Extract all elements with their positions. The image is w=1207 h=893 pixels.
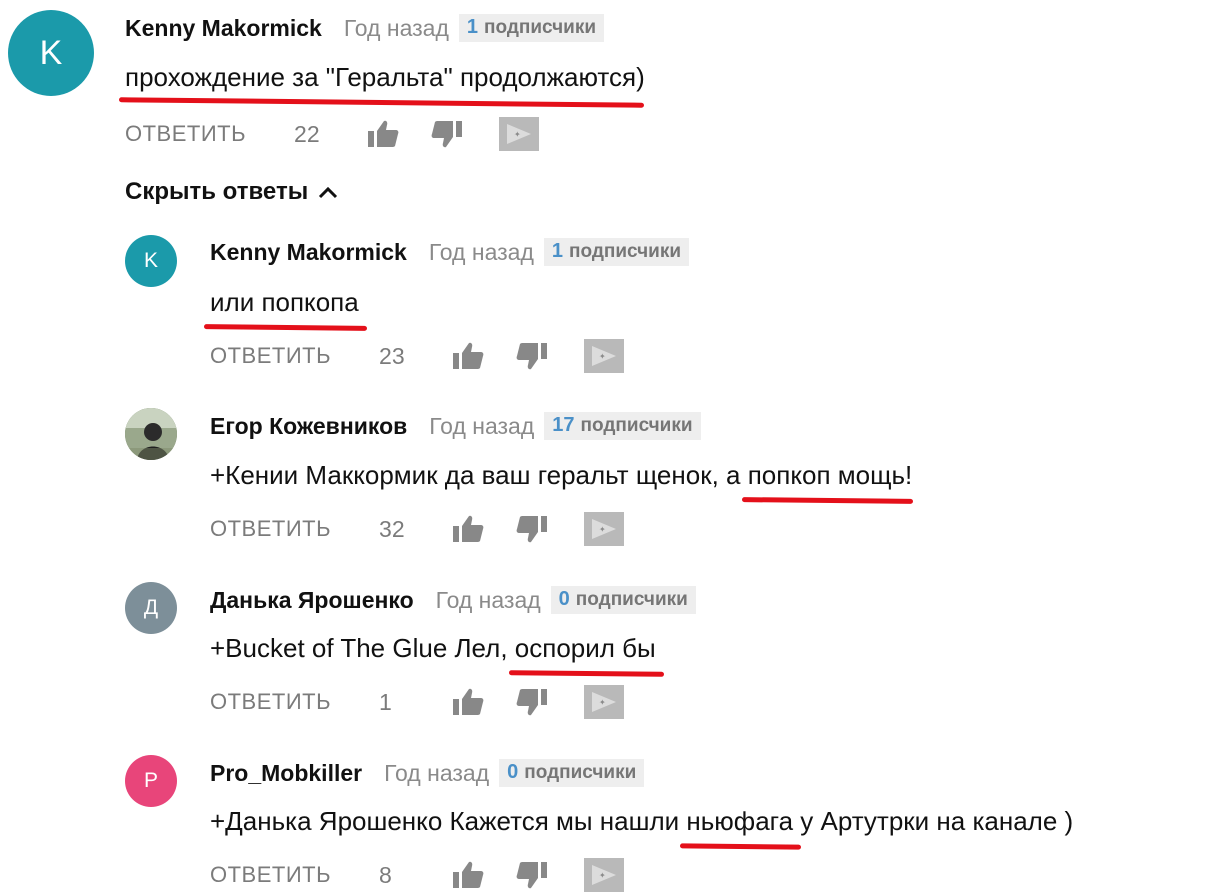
timestamp[interactable]: Год назад xyxy=(429,239,534,266)
comment-text-part: ! xyxy=(905,460,913,490)
comment-text: +Данька Ярошенко Кажется мы нашли ньюфаг… xyxy=(210,806,1073,837)
avatar[interactable]: K xyxy=(8,10,94,96)
comment-header: Егор Кожевников Год назад 17 подписчики xyxy=(210,412,701,440)
timestamp[interactable]: Год назад xyxy=(436,587,541,614)
subscriber-label: подписчики xyxy=(580,415,693,436)
comment-actions: ОТВЕТИТЬ 1 ✦ xyxy=(210,684,625,720)
thumbs-down-icon[interactable] xyxy=(430,119,464,149)
highlighted-phrase: попкоп мощь xyxy=(747,460,906,490)
avatar-letter: K xyxy=(143,249,158,272)
chevron-up-icon xyxy=(318,178,338,206)
comment-actions: ОТВЕТИТЬ 23 ✦ xyxy=(210,338,625,374)
subscriber-badge: 1 подписчики xyxy=(543,238,690,266)
timestamp[interactable]: Год назад xyxy=(429,413,534,440)
like-count: 22 xyxy=(294,120,320,147)
tip-jar-icon[interactable]: ✦ xyxy=(583,857,625,893)
avatar-letter: Д xyxy=(143,596,159,619)
subscriber-count: 0 xyxy=(558,588,570,610)
like-count: 1 xyxy=(379,688,392,715)
comment-header: Kenny Makormick Год назад 1 подписчики xyxy=(125,14,605,42)
timestamp[interactable]: Год назад xyxy=(344,15,449,42)
comment-text-part: у Артутрки на канале ) xyxy=(793,806,1074,836)
avatar-letter: P xyxy=(143,769,158,792)
thumbs-up-icon[interactable] xyxy=(451,514,485,544)
subscriber-label: подписчики xyxy=(569,241,682,262)
author-name[interactable]: Kenny Makormick xyxy=(210,239,407,266)
comment-text: прохождение за "Геральта" продолжаются) xyxy=(125,62,645,93)
subscriber-badge: 0 подписчики xyxy=(499,759,645,787)
comment-actions: ОТВЕТИТЬ 8 ✦ xyxy=(210,857,625,893)
reply-button[interactable]: ОТВЕТИТЬ xyxy=(210,343,331,369)
svg-text:✦: ✦ xyxy=(599,698,606,707)
subscriber-label: подписчики xyxy=(524,762,637,783)
hide-replies-label: Скрыть ответы xyxy=(125,178,309,205)
comment-text-part: +Bucket of The Glue Лел, xyxy=(210,633,515,663)
svg-text:✦: ✦ xyxy=(514,130,521,139)
avatar[interactable]: Д xyxy=(125,582,177,634)
thumbs-down-icon[interactable] xyxy=(515,514,549,544)
subscriber-count: 0 xyxy=(507,761,519,783)
comment-actions: ОТВЕТИТЬ 32 ✦ xyxy=(210,511,625,547)
subscriber-label: подписчики xyxy=(484,17,597,38)
comment-actions: ОТВЕТИТЬ 22 ✦ xyxy=(125,116,540,152)
tip-jar-icon[interactable]: ✦ xyxy=(498,116,540,152)
comment-header: Данька Ярошенко Год назад 0 подписчики xyxy=(210,586,696,614)
comment-text: или попкопа xyxy=(210,287,359,318)
comment-header: Pro_Mobkiller Год назад 0 подписчики xyxy=(210,759,645,787)
author-name[interactable]: Данька Ярошенко xyxy=(210,587,414,614)
comment-text-part: ) xyxy=(636,62,645,92)
avatar-photo xyxy=(125,408,177,460)
thumbs-up-icon[interactable] xyxy=(366,119,400,149)
comment-text: +Bucket of The Glue Лел, оспорил бы xyxy=(210,633,656,664)
svg-text:✦: ✦ xyxy=(599,525,606,534)
subscriber-count: 1 xyxy=(551,240,563,262)
tip-jar-icon[interactable]: ✦ xyxy=(583,338,625,374)
subscriber-badge: 1 подписчики xyxy=(458,14,605,42)
subscriber-badge: 0 подписчики xyxy=(550,586,696,614)
reply-button[interactable]: ОТВЕТИТЬ xyxy=(210,516,331,542)
author-name[interactable]: Егор Кожевников xyxy=(210,413,407,440)
comment-header: Kenny Makormick Год назад 1 подписчики xyxy=(210,238,690,266)
tip-jar-icon[interactable]: ✦ xyxy=(583,511,625,547)
like-count: 23 xyxy=(379,342,405,369)
author-name[interactable]: Pro_Mobkiller xyxy=(210,760,362,787)
avatar[interactable]: K xyxy=(125,235,177,287)
thumbs-down-icon[interactable] xyxy=(515,860,549,890)
thumbs-up-icon[interactable] xyxy=(451,687,485,717)
hide-replies-toggle[interactable]: Скрыть ответы xyxy=(125,178,338,206)
subscriber-label: подписчики xyxy=(575,589,688,610)
timestamp[interactable]: Год назад xyxy=(384,760,489,787)
reply-button[interactable]: ОТВЕТИТЬ xyxy=(210,862,331,888)
highlighted-phrase: ньюфага xyxy=(686,806,794,836)
thumbs-down-icon[interactable] xyxy=(515,341,549,371)
highlighted-phrase: прохождение за "Геральта" продолжаются xyxy=(125,62,637,92)
subscriber-count: 1 xyxy=(466,16,478,38)
reply-button[interactable]: ОТВЕТИТЬ xyxy=(210,689,331,715)
avatar[interactable] xyxy=(125,408,177,460)
avatar-letter: K xyxy=(39,33,63,72)
thumbs-up-icon[interactable] xyxy=(451,860,485,890)
reply-button[interactable]: ОТВЕТИТЬ xyxy=(125,121,246,147)
avatar[interactable]: P xyxy=(125,755,177,807)
comment-text-part: +Кении Маккормик да ваш геральт щенок, а xyxy=(210,460,748,490)
like-count: 8 xyxy=(379,861,392,888)
highlighted-phrase: или попкопа xyxy=(210,287,359,317)
thumbs-down-icon[interactable] xyxy=(515,687,549,717)
comment-text: +Кении Маккормик да ваш геральт щенок, а… xyxy=(210,460,912,491)
like-count: 32 xyxy=(379,515,405,542)
subscriber-badge: 17 подписчики xyxy=(544,412,701,440)
highlighted-phrase: оспорил бы xyxy=(514,633,656,663)
svg-text:✦: ✦ xyxy=(599,352,606,361)
comment-text-part: +Данька Ярошенко Кажется мы нашли xyxy=(210,806,687,836)
svg-text:✦: ✦ xyxy=(599,871,606,880)
subscriber-count: 17 xyxy=(552,414,575,436)
tip-jar-icon[interactable]: ✦ xyxy=(583,684,625,720)
thumbs-up-icon[interactable] xyxy=(451,341,485,371)
author-name[interactable]: Kenny Makormick xyxy=(125,15,322,42)
